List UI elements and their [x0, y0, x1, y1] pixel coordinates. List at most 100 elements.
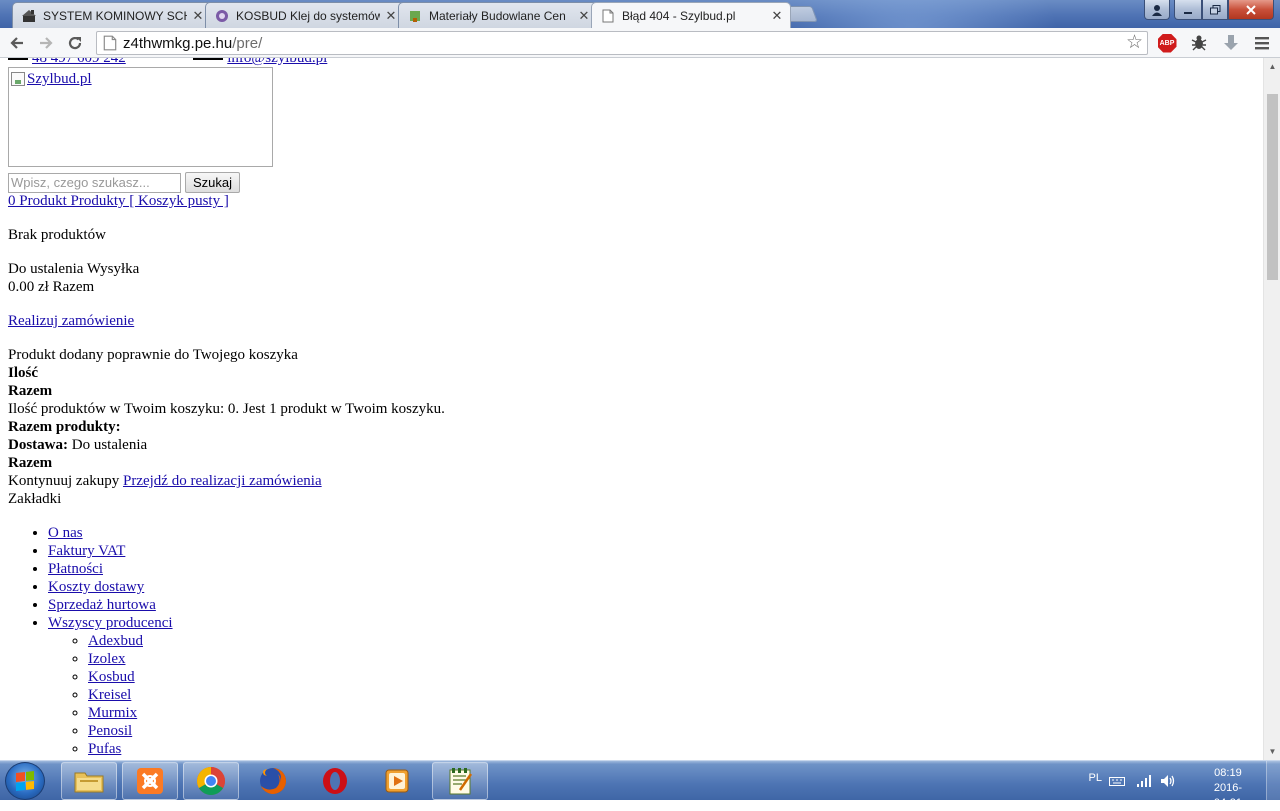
- producer-link-murmix[interactable]: Murmix: [88, 705, 137, 721]
- producer-link-pufas[interactable]: Pufas: [88, 741, 121, 757]
- start-button[interactable]: [5, 762, 45, 800]
- scroll-down-arrow-icon[interactable]: ▼: [1264, 743, 1280, 760]
- producer-link-penosil[interactable]: Penosil: [88, 723, 132, 739]
- explorer-icon[interactable]: [61, 762, 117, 800]
- search-input[interactable]: [8, 172, 181, 193]
- logo-broken-image: Szylbud.pl: [11, 70, 92, 88]
- language-indicator[interactable]: PL: [1089, 772, 1102, 784]
- tab-close-icon[interactable]: ✕: [191, 8, 205, 23]
- chimney-icon: [21, 8, 37, 24]
- address-bar[interactable]: z4thwmkg.pe.hu/pre/ ☆: [96, 31, 1148, 55]
- tab-system-kominowy[interactable]: SYSTEM KOMINOWY SCH ✕: [12, 2, 212, 28]
- volume-icon[interactable]: [1160, 773, 1176, 789]
- keyboard-icon[interactable]: [1109, 773, 1125, 789]
- search-button[interactable]: Szukaj: [185, 172, 241, 193]
- adblock-plus-icon: ABP: [1157, 33, 1177, 53]
- clock[interactable]: 08:19 2016-04-21: [1214, 766, 1242, 811]
- back-button[interactable]: [6, 32, 28, 54]
- scroll-up-arrow-icon[interactable]: ▲: [1264, 58, 1280, 75]
- tab-close-icon[interactable]: ✕: [577, 8, 591, 23]
- email-link[interactable]: info@szylbud.pl: [227, 58, 327, 66]
- vertical-scrollbar[interactable]: ▲ ▼: [1263, 58, 1280, 760]
- back-arrow-icon: [10, 37, 23, 49]
- tab-title: Materiały Budowlane Cen: [429, 8, 566, 23]
- maximize-button[interactable]: [1202, 0, 1228, 20]
- checkout-link[interactable]: Realizuj zamówienie: [8, 313, 134, 329]
- tab-strip: SYSTEM KOMINOWY SCH ✕ KOSBUD Klej do sys…: [0, 0, 1280, 28]
- tab-title: KOSBUD Klej do systemów: [236, 8, 380, 23]
- user-icon[interactable]: [1144, 0, 1170, 20]
- menu-item: Faktury VAT: [48, 542, 173, 560]
- menu-link-koszty-dostawy[interactable]: Koszty dostawy: [48, 579, 144, 595]
- url-path: /pre/: [232, 34, 263, 52]
- chrome-icon[interactable]: [183, 762, 239, 800]
- download-button[interactable]: [1220, 32, 1242, 54]
- delivery-row: Dostawa: Do ustalenia: [8, 436, 147, 454]
- tab-close-icon[interactable]: ✕: [770, 8, 784, 23]
- producer-link-adexbud[interactable]: Adexbud: [88, 633, 143, 649]
- clock-date: 2016-04-21: [1213, 782, 1242, 809]
- producer-item: Adexbud: [88, 632, 173, 650]
- tab-materialy[interactable]: Materiały Budowlane Cen ✕: [398, 2, 598, 28]
- tab-blad-404[interactable]: Błąd 404 - Szylbud.pl ✕: [591, 2, 791, 28]
- close-window-button[interactable]: [1228, 0, 1274, 20]
- show-desktop-button[interactable]: [1266, 761, 1280, 801]
- total-label: Razem: [8, 383, 53, 399]
- hamburger-menu-icon: [1255, 37, 1269, 50]
- extension-bug-button[interactable]: [1188, 32, 1210, 54]
- broken-image-icon: [11, 72, 25, 86]
- menu-link-platnosci[interactable]: Płatności: [48, 561, 103, 577]
- bookmark-star-icon[interactable]: ☆: [1126, 33, 1143, 53]
- xampp-icon[interactable]: [122, 762, 178, 800]
- media-player-icon[interactable]: [369, 762, 425, 800]
- producer-link-kosbud[interactable]: Kosbud: [88, 669, 135, 685]
- logo-alt-text[interactable]: Szylbud.pl: [27, 70, 92, 88]
- page-icon: [103, 35, 117, 51]
- shipping-line: Do ustalenia Wysyłka: [8, 261, 140, 277]
- cart-link[interactable]: 0 Produkt Produkty [ Koszyk pusty ]: [8, 193, 229, 209]
- minimize-button[interactable]: [1174, 0, 1202, 20]
- no-products-text: Brak produktów: [8, 227, 106, 243]
- producer-item: Kosbud: [88, 668, 173, 686]
- producer-link-izolex[interactable]: Izolex: [88, 651, 125, 667]
- page-viewport: 48 497 609 242 info@szylbud.pl Szylbud.p…: [0, 58, 1263, 760]
- url-host: z4thwmkg.pe.hu: [123, 34, 233, 52]
- continue-shopping-text[interactable]: Kontynuuj zakupy: [8, 473, 123, 489]
- menu-link-faktury-vat[interactable]: Faktury VAT: [48, 543, 125, 559]
- reload-button[interactable]: [64, 32, 86, 54]
- forward-arrow-icon: [40, 37, 53, 49]
- opera-icon[interactable]: [307, 762, 363, 800]
- products-total-label: Razem produkty:: [8, 419, 121, 435]
- menu-item: Płatności: [48, 560, 173, 578]
- kosbud-icon: [214, 8, 230, 24]
- tab-title: Błąd 404 - Szylbud.pl: [622, 9, 736, 23]
- firefox-icon[interactable]: [245, 762, 301, 800]
- go-to-checkout-link[interactable]: Przejdź do realizacji zamówienia: [123, 473, 322, 489]
- menu-link-o-nas[interactable]: O nas: [48, 525, 83, 541]
- menu-item: O nas: [48, 524, 173, 542]
- producer-item: Pufas: [88, 740, 173, 758]
- scrollbar-thumb[interactable]: [1267, 94, 1278, 280]
- adblock-plus-button[interactable]: ABP: [1156, 32, 1178, 54]
- notepad-plus-icon[interactable]: [432, 762, 488, 800]
- menu-link-sprzedaz-hurtowa[interactable]: Sprzedaż hurtowa: [48, 597, 156, 613]
- menu-link-wszyscy-producenci[interactable]: Wszyscy producenci: [48, 615, 173, 631]
- contact-bar: 48 497 609 242 info@szylbud.pl: [8, 58, 327, 67]
- logo-image[interactable]: Szylbud.pl: [8, 67, 273, 167]
- delivery-label: Dostawa:: [8, 437, 68, 453]
- delivery-value: Do ustalenia: [68, 437, 148, 453]
- forward-button[interactable]: [35, 32, 57, 54]
- info-menu: O nas Faktury VAT Płatności Koszty dosta…: [8, 524, 173, 758]
- tab-kosbud[interactable]: KOSBUD Klej do systemów ✕: [205, 2, 405, 28]
- producers-list: Adexbud Izolex Kosbud Kreisel Murmix Pen…: [48, 632, 173, 758]
- tab-close-icon[interactable]: ✕: [384, 8, 398, 23]
- network-signal-icon[interactable]: [1136, 773, 1152, 789]
- reload-icon: [68, 36, 82, 50]
- clock-time: 08:19: [1214, 767, 1242, 779]
- chrome-menu-button[interactable]: [1251, 32, 1273, 54]
- cart-total-line: 0.00 zł Razem: [8, 279, 95, 295]
- producer-item: Murmix: [88, 704, 173, 722]
- producer-link-kreisel[interactable]: Kreisel: [88, 687, 131, 703]
- page-icon: [600, 8, 616, 24]
- phone-link[interactable]: 48 497 609 242: [32, 58, 126, 66]
